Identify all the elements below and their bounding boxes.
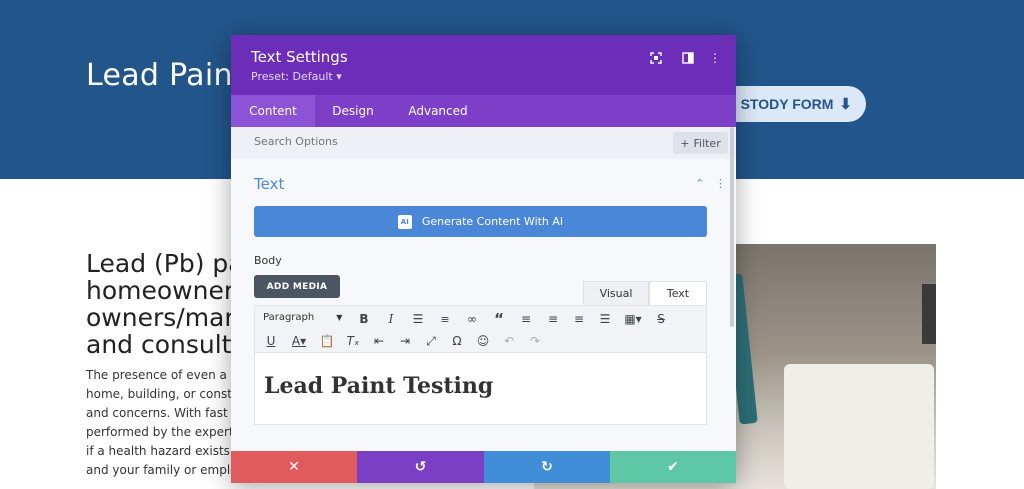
text-settings-modal: Text Settings Preset: Default ▾ ⋮ Conten… bbox=[231, 35, 736, 483]
hero-title: Lead Paint bbox=[86, 58, 245, 93]
heading-line: Lead (Pb) pa bbox=[86, 250, 244, 278]
justify-icon[interactable]: ☰ bbox=[595, 310, 615, 328]
generate-ai-label: Generate Content With AI bbox=[421, 215, 564, 228]
undo-icon[interactable]: ↶ bbox=[499, 332, 519, 350]
paragraph-line: performed by the experts bbox=[86, 425, 240, 439]
link-icon[interactable]: ∞ bbox=[462, 310, 482, 328]
emoji-icon[interactable]: ☺ bbox=[473, 332, 493, 350]
modal-title: Text Settings bbox=[251, 48, 348, 66]
bold-icon[interactable]: B bbox=[354, 310, 374, 328]
bullet-list-icon[interactable]: ☰ bbox=[408, 310, 428, 328]
undo-button[interactable]: ↺ bbox=[357, 451, 484, 483]
paragraph-line: home, building, or constr bbox=[86, 387, 237, 401]
clear-formatting-icon[interactable]: Tₓ bbox=[343, 332, 363, 350]
paragraph-line: if a health hazard exists a bbox=[86, 444, 242, 458]
content-paragraph: The presence of even a sr home, building… bbox=[86, 366, 246, 480]
add-media-button[interactable]: ADD MEDIA bbox=[254, 275, 340, 298]
cancel-icon: ✕ bbox=[288, 459, 300, 475]
modal-action-bar: ✕ ↺ ↻ ✔ bbox=[231, 451, 736, 483]
tab-design[interactable]: Design bbox=[323, 95, 383, 127]
photo-sign bbox=[922, 284, 936, 344]
special-character-icon[interactable]: Ω bbox=[447, 332, 467, 350]
more-options-icon[interactable]: ⋮ bbox=[706, 49, 724, 67]
editor-toolbar: Paragraph ▼ B I ☰ ≡ ∞ “ ≡ ≡ ≡ ☰ ▦▾ S U A… bbox=[254, 305, 707, 353]
paste-text-icon[interactable]: 📋 bbox=[317, 332, 337, 350]
outdent-icon[interactable]: ⇤ bbox=[369, 332, 389, 350]
tab-content[interactable]: Content bbox=[231, 95, 315, 127]
search-options-input[interactable] bbox=[254, 135, 554, 148]
tab-advanced[interactable]: Advanced bbox=[403, 95, 473, 127]
paragraph-select-label: Paragraph bbox=[263, 312, 315, 323]
redo-icon[interactable]: ↷ bbox=[525, 332, 545, 350]
expand-icon[interactable] bbox=[647, 49, 665, 67]
heading-line: homeowner bbox=[86, 276, 235, 305]
photo-container bbox=[784, 364, 934, 489]
underline-icon[interactable]: U bbox=[261, 332, 281, 350]
body-label: Body bbox=[254, 254, 282, 267]
table-icon[interactable]: ▦▾ bbox=[621, 310, 645, 328]
modal-scrollbar[interactable] bbox=[730, 127, 734, 327]
custody-form-label: STODY FORM bbox=[740, 96, 834, 112]
plus-icon: + bbox=[680, 136, 690, 150]
heading-line: owners/mar bbox=[86, 303, 235, 332]
generate-ai-button[interactable]: AI Generate Content With AI bbox=[254, 206, 707, 237]
align-center-icon[interactable]: ≡ bbox=[543, 310, 563, 328]
preset-dropdown[interactable]: Preset: Default ▾ bbox=[251, 70, 342, 83]
fullscreen-icon[interactable]: ⤢ bbox=[421, 332, 441, 350]
download-icon: ⬇ bbox=[839, 96, 852, 113]
tab-text[interactable]: Text bbox=[649, 281, 707, 305]
tab-visual[interactable]: Visual bbox=[583, 281, 649, 305]
chevron-down-icon: ▼ bbox=[336, 313, 343, 322]
paragraph-line: and concerns. With fast a bbox=[86, 406, 239, 420]
indent-icon[interactable]: ⇥ bbox=[395, 332, 415, 350]
cancel-button[interactable]: ✕ bbox=[231, 451, 357, 483]
heading-line: and consult bbox=[86, 330, 232, 358]
modal-header[interactable]: Text Settings Preset: Default ▾ ⋮ bbox=[231, 35, 736, 95]
save-icon: ✔ bbox=[667, 459, 679, 475]
align-left-icon[interactable]: ≡ bbox=[516, 310, 536, 328]
section-more-icon[interactable]: ⋮ bbox=[715, 177, 726, 190]
paragraph-line: The presence of even a sr bbox=[86, 368, 242, 382]
editor-heading[interactable]: Lead Paint Testing bbox=[264, 373, 493, 399]
numbered-list-icon[interactable]: ≡ bbox=[435, 310, 455, 328]
undo-icon: ↺ bbox=[414, 459, 427, 475]
italic-icon[interactable]: I bbox=[381, 310, 401, 328]
paragraph-select[interactable]: Paragraph ▼ bbox=[263, 312, 342, 323]
align-right-icon[interactable]: ≡ bbox=[569, 310, 589, 328]
section-title-text[interactable]: Text bbox=[254, 175, 284, 193]
strikethrough-icon[interactable]: S bbox=[651, 310, 671, 328]
redo-icon: ↻ bbox=[541, 459, 553, 475]
blockquote-icon[interactable]: “ bbox=[489, 310, 509, 328]
text-editor-area[interactable]: Lead Paint Testing bbox=[254, 353, 707, 425]
paragraph-line: and your family or emplo bbox=[86, 463, 238, 477]
filter-label: Filter bbox=[693, 136, 721, 150]
ai-badge-icon: AI bbox=[397, 214, 412, 229]
save-button[interactable]: ✔ bbox=[610, 451, 736, 483]
filter-button[interactable]: + Filter bbox=[673, 132, 728, 154]
redo-button[interactable]: ↻ bbox=[484, 451, 610, 483]
search-bar: + Filter bbox=[231, 127, 736, 159]
content-heading: Lead (Pb) pa homeowner owners/mar and co… bbox=[86, 250, 246, 358]
chevron-up-icon[interactable]: ⌃ bbox=[695, 177, 704, 190]
text-color-icon[interactable]: A▾ bbox=[287, 332, 311, 350]
split-view-icon[interactable] bbox=[679, 49, 697, 67]
settings-tabs: Content Design Advanced bbox=[231, 95, 736, 127]
